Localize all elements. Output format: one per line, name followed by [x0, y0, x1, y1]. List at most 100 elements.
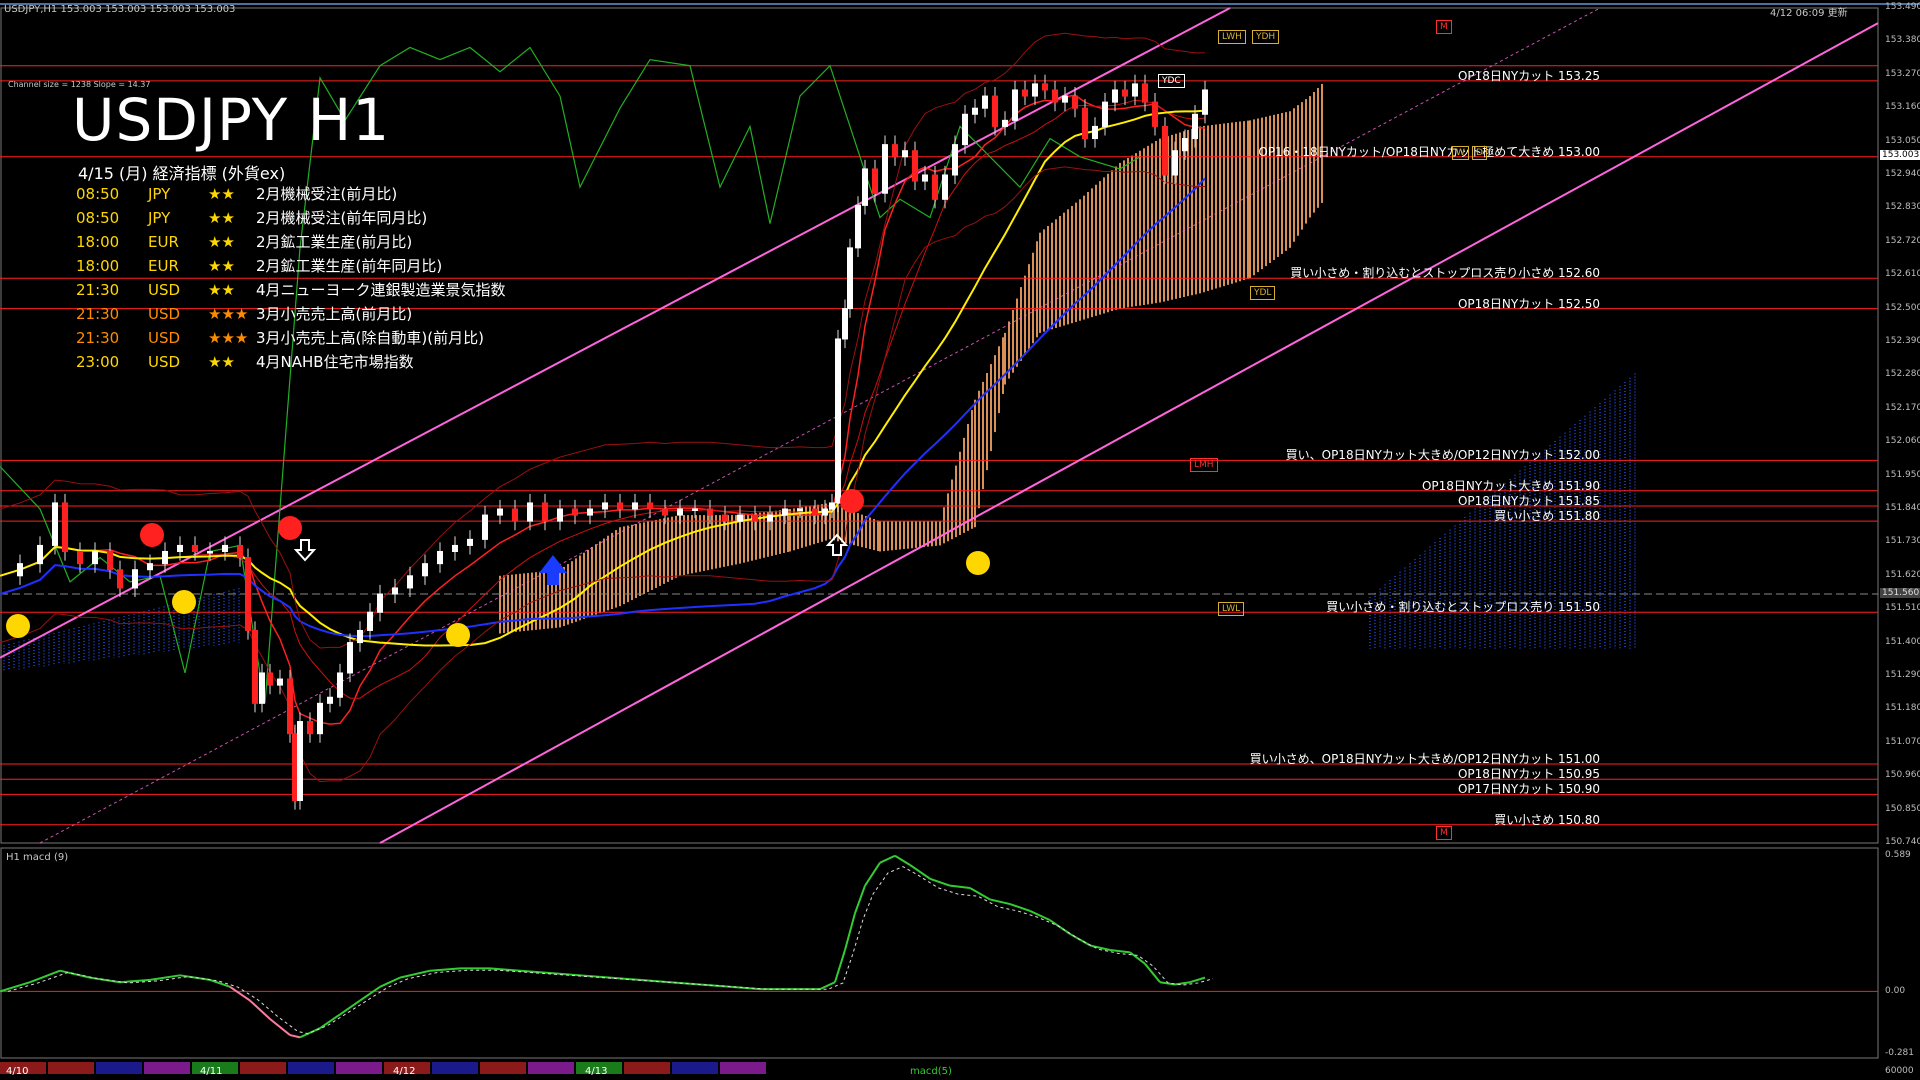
event-ccy: USD: [148, 305, 181, 323]
candle-body: [347, 642, 353, 674]
candle-body: [527, 502, 533, 522]
price-tick: 151.290: [1885, 670, 1920, 680]
price-tick: 153.050: [1885, 135, 1920, 146]
candle-body: [1132, 83, 1138, 97]
candle-body: [297, 721, 303, 801]
chart-canvas[interactable]: [0, 0, 1920, 1080]
candle-body: [902, 150, 908, 158]
candle-body: [982, 95, 988, 109]
price-tick: 152.720: [1885, 235, 1920, 246]
candle-body: [1042, 83, 1048, 91]
candle-body: [752, 514, 758, 522]
date-strip-cell: [672, 1062, 718, 1074]
candle-body: [1092, 125, 1098, 140]
event-name: 2月機械受注(前月比): [256, 185, 398, 203]
macd-segment: [834, 949, 846, 983]
event-ccy: EUR: [148, 233, 179, 251]
price-tick: 152.390: [1885, 336, 1920, 346]
candle-body: [1192, 113, 1198, 140]
macd-segment: [894, 854, 911, 866]
candle-body: [892, 144, 898, 158]
candle-body: [207, 551, 213, 554]
candle-body: [835, 338, 841, 504]
date-strip-cell: [288, 1062, 334, 1074]
candle-body: [357, 629, 363, 644]
candle-body: [1062, 95, 1068, 103]
event-time: 18:00: [76, 233, 120, 251]
candle-body: [1102, 101, 1108, 127]
macd-segment: [149, 974, 181, 981]
marker-box: W: [1452, 146, 1469, 160]
signal-circle-3: [966, 551, 990, 575]
level-label: 買い小さめ 150.80: [1494, 812, 1600, 827]
macd-label: H1 macd (9): [6, 852, 69, 863]
price-tick: 151.070: [1885, 736, 1920, 747]
candle-body: [797, 508, 803, 511]
event-time: 08:50: [76, 209, 120, 227]
event-name: 2月鉱工業生産(前月比): [256, 233, 413, 251]
candle-body: [847, 247, 853, 310]
price-tick: 152.280: [1885, 369, 1920, 380]
signal-circle-2: [446, 623, 470, 647]
event-row: 08:50 JPY ★★ 2月機械受注(前年同月比): [76, 206, 506, 230]
event-stars: ★★: [208, 257, 235, 275]
signal-circle-red-0: [140, 523, 164, 547]
macd-segment: [929, 877, 951, 887]
price-tick: 153.160: [1885, 102, 1920, 113]
candle-body: [862, 168, 868, 206]
candle-body: [1002, 119, 1008, 127]
candle-body: [557, 508, 563, 522]
event-stars: ★★: [208, 209, 235, 227]
candle-body: [882, 144, 888, 194]
macd-segment: [289, 1034, 301, 1039]
event-ccy: EUR: [148, 257, 179, 275]
candle-body: [1112, 89, 1118, 103]
macd-segment: [1029, 910, 1051, 922]
candle-body: [277, 678, 283, 686]
candle-body: [677, 508, 683, 516]
date-strip-cell: [720, 1062, 766, 1074]
candle-body: [1172, 150, 1178, 176]
macd-tick-zero: 0.00: [1885, 986, 1906, 996]
date-strip-cell: [336, 1062, 382, 1074]
macd-tick-bottom: -0.281: [1885, 1048, 1915, 1058]
price-tick: 150.740: [1885, 837, 1920, 847]
candle-body: [367, 611, 373, 631]
price-tick: 152.170: [1885, 402, 1920, 413]
date-strip-cell: [624, 1062, 670, 1074]
event-time: 21:30: [76, 305, 120, 323]
candle-body: [587, 508, 593, 516]
event-row: 21:30 USD ★★★ 3月小売売上高(前月比): [76, 302, 506, 326]
candle-body: [662, 508, 668, 516]
candle-body: [512, 508, 518, 522]
marker-box: LMH: [1190, 458, 1218, 472]
candle-body: [287, 678, 293, 735]
signal-circle-1: [172, 590, 196, 614]
event-stars: ★★★: [208, 305, 249, 323]
candle-body: [237, 544, 243, 559]
macd-segment: [179, 974, 211, 981]
candle-body: [17, 563, 23, 577]
candle-body: [617, 502, 623, 510]
candle-body: [767, 514, 773, 522]
candle-body: [252, 629, 258, 704]
candle-body: [602, 502, 608, 510]
macd-segment: [429, 967, 461, 972]
price-tick: 151.180: [1885, 703, 1920, 714]
event-stars: ★★: [208, 233, 235, 251]
marker-box: LWH: [1218, 30, 1246, 44]
current-price-tag: 153.003: [1880, 149, 1920, 160]
candle-body: [962, 113, 968, 146]
candle-body: [829, 502, 835, 510]
candle-body: [422, 563, 428, 577]
macd-signal: [7, 866, 1214, 1035]
event-ccy: JPY: [148, 185, 171, 203]
candle-body: [162, 551, 168, 565]
candle-body: [737, 514, 743, 522]
macd-tag: macd(5): [910, 1066, 952, 1077]
candle-body: [407, 575, 413, 589]
event-row: 23:00 USD ★★ 4月NAHB住宅市場指数: [76, 350, 506, 374]
price-tick: 151.400: [1885, 636, 1920, 647]
macd-segment: [229, 985, 251, 1002]
event-name: 4月ニューヨーク連銀製造業景気指数: [256, 281, 506, 299]
